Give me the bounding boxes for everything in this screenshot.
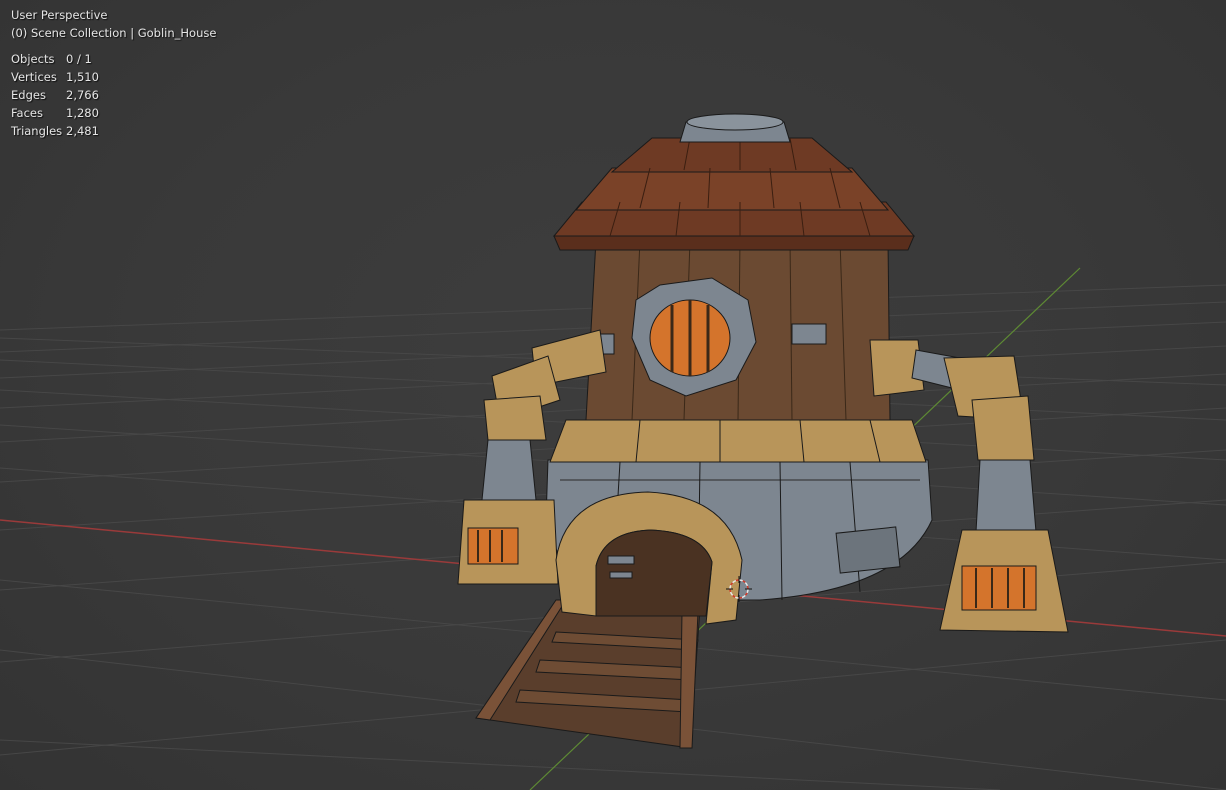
viewport-info-overlay: User Perspective (0) Scene Collection | … [11,6,216,140]
stat-row-vertices: Vertices 1,510 [11,68,216,86]
trim-band [549,419,927,463]
collection-label: (0) Scene Collection | Goblin_House [11,26,217,40]
stat-label: Objects [11,52,55,66]
stat-label: Faces [11,106,43,120]
stat-value: 1,280 [66,106,99,120]
stat-row-faces: Faces 1,280 [11,104,216,122]
stat-value: 2,481 [66,124,99,138]
roof-top-tier [610,137,854,173]
stat-value: 0 / 1 [66,52,92,66]
statistics-panel: Objects 0 / 1 Vertices 1,510 Edges 2,766… [11,50,216,140]
view-name-label: User Perspective [11,8,108,22]
stat-value: 1,510 [66,70,99,84]
stat-label: Vertices [11,70,57,84]
3d-viewport[interactable]: User Perspective (0) Scene Collection | … [0,0,1226,790]
goblin-house-model[interactable] [457,113,1069,749]
stat-label: Edges [11,88,46,102]
roof-middle-tier [574,167,890,211]
stat-row-objects: Objects 0 / 1 [11,50,216,68]
stat-row-edges: Edges 2,766 [11,86,216,104]
stat-value: 2,766 [66,88,99,102]
stat-row-triangles: Triangles 2,481 [11,122,216,140]
stat-label: Triangles [11,124,63,138]
